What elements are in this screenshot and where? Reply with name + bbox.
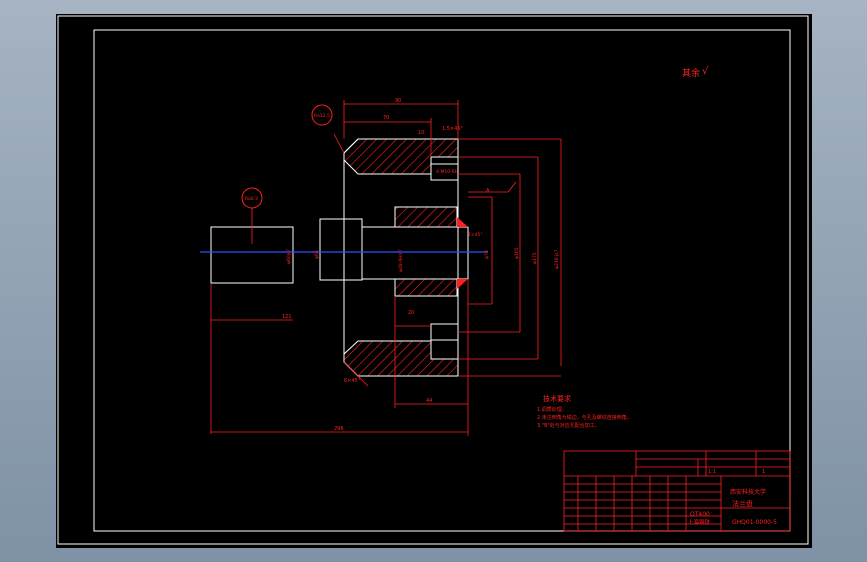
hatch-hub-bottom <box>394 278 458 297</box>
threaded-hole-bottom <box>430 323 459 341</box>
tech-req-item: 1.调质处理。 <box>537 406 567 413</box>
dim-296: 296 <box>334 426 344 432</box>
dim-thread: 4-M10-6H <box>436 169 458 175</box>
hatch-hub-top <box>394 206 458 228</box>
dim-angle: 1×45° <box>468 232 483 238</box>
surface-finish-symbol: √ <box>702 66 709 77</box>
tb-scale: 1:1 <box>708 469 716 475</box>
dim-10: 10 <box>418 130 424 136</box>
datum-label: A <box>486 188 490 194</box>
dim-44: 44 <box>426 398 432 404</box>
tech-req-item: 3."B"处与对应孔配合加工。 <box>537 422 600 429</box>
dim-phi-outer: φ218 js7 <box>554 249 560 269</box>
dim-phi-left: φ60js7 <box>286 249 292 264</box>
dim-121: 121 <box>282 314 292 320</box>
bore <box>361 226 469 280</box>
tech-req-title: 技术要求 <box>543 394 571 403</box>
chamfer-mark-top <box>457 217 468 227</box>
chamfer-mark-bottom <box>457 279 468 289</box>
tech-req-item: 2.未注倒角为锐边，与孔及螺纹连接倒角。 <box>537 414 632 421</box>
tb-drawing-no: GHQ01-0000-5 <box>732 519 777 526</box>
shaft-neck <box>319 218 363 281</box>
hatch-top <box>343 138 459 175</box>
dim-phi-175: φ175 <box>532 252 538 264</box>
balloon-top-label: Ra12.5 <box>314 113 330 119</box>
dim-chamfer-top: 1.5×45° <box>442 126 464 132</box>
dim-phi-mid: φ65 <box>314 250 320 259</box>
hatch-bottom <box>343 340 459 377</box>
dim-70: 70 <box>383 115 389 121</box>
tb-sheet: 1 <box>762 469 765 475</box>
tb-school: 西安科技大学 <box>730 488 766 496</box>
tb-part-name: 法兰盘 <box>732 499 753 508</box>
cad-viewport: 其余 √ 90 70 10 1.5×45° 4-M10-6H 20 44 121… <box>0 0 867 562</box>
dim-chamfer-bottom: 6×45° <box>344 378 361 384</box>
balloon-left-label: Ra6.3 <box>245 196 258 202</box>
tb-material: QT400 <box>690 511 710 518</box>
tb-company: 上海钢铁 <box>688 518 711 526</box>
drawing-sheet[interactable]: 其余 √ 90 70 10 1.5×45° 4-M10-6H 20 44 121… <box>56 14 812 548</box>
dim-phi-inner: φ48-6H/r7 <box>398 249 404 272</box>
technical-drawing: 其余 √ 90 70 10 1.5×45° 4-M10-6H 20 44 121… <box>57 15 809 545</box>
dim-phi-small: φ78 <box>484 250 490 259</box>
dim-20: 20 <box>408 310 414 316</box>
dim-phi-165: φ165 <box>514 247 520 259</box>
dim-90: 90 <box>395 98 401 104</box>
surface-finish-note: 其余 <box>682 67 700 79</box>
